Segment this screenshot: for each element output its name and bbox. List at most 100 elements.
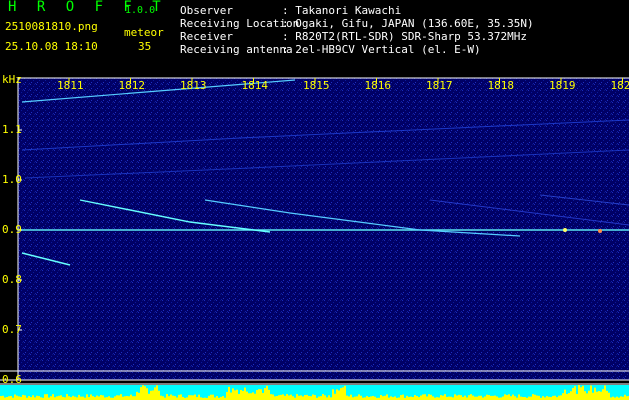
level-bar bbox=[410, 396, 412, 400]
level-bar bbox=[268, 389, 270, 400]
level-bar bbox=[168, 396, 170, 400]
level-bar bbox=[276, 396, 278, 400]
level-bar bbox=[232, 388, 234, 400]
level-bar bbox=[194, 394, 196, 400]
level-bar bbox=[234, 390, 236, 400]
time-tick-label: 1812 bbox=[118, 79, 146, 92]
level-bar bbox=[380, 395, 382, 400]
time-tick-label: 1815 bbox=[303, 79, 330, 92]
level-bar bbox=[136, 391, 138, 400]
level-bar bbox=[0, 396, 2, 400]
level-bar bbox=[118, 395, 120, 400]
level-bar bbox=[90, 394, 92, 400]
freq-tick-label: 0.9 bbox=[2, 223, 22, 236]
level-bar bbox=[308, 395, 310, 400]
level-bar bbox=[130, 394, 132, 400]
level-bar bbox=[198, 394, 200, 400]
level-bar bbox=[296, 394, 298, 400]
level-bar bbox=[420, 395, 422, 400]
level-bar bbox=[338, 390, 340, 400]
level-bar bbox=[532, 394, 534, 400]
level-bar bbox=[538, 395, 540, 400]
level-bar bbox=[520, 396, 522, 400]
level-bar bbox=[312, 394, 314, 400]
level-bar bbox=[506, 394, 508, 400]
level-bar bbox=[222, 396, 224, 400]
level-bar bbox=[604, 385, 606, 400]
level-bar bbox=[248, 393, 250, 400]
level-bar bbox=[14, 394, 16, 400]
level-bar bbox=[320, 396, 322, 400]
level-bar bbox=[342, 387, 344, 400]
level-bar bbox=[470, 394, 472, 400]
level-bar bbox=[32, 395, 34, 400]
level-bar bbox=[478, 395, 480, 400]
level-bar bbox=[590, 385, 592, 400]
level-bar bbox=[292, 396, 294, 400]
level-bar bbox=[366, 396, 368, 400]
level-bar bbox=[150, 390, 152, 400]
level-bar bbox=[570, 391, 572, 400]
time-tick-label: 1813 bbox=[180, 79, 207, 92]
level-bar bbox=[424, 394, 426, 400]
level-bar bbox=[56, 396, 58, 400]
level-bar bbox=[460, 395, 462, 400]
level-bar bbox=[82, 396, 84, 400]
time-tick-label: 1814 bbox=[241, 79, 269, 92]
level-bar bbox=[568, 393, 570, 400]
level-bar bbox=[46, 394, 48, 400]
level-bar bbox=[128, 396, 130, 400]
level-bar bbox=[132, 396, 134, 400]
level-bar bbox=[348, 396, 350, 400]
level-bar bbox=[284, 395, 286, 400]
level-bar bbox=[340, 388, 342, 400]
level-bar bbox=[510, 396, 512, 400]
level-bar bbox=[488, 395, 490, 400]
level-bar bbox=[542, 396, 544, 400]
level-bar bbox=[502, 396, 504, 400]
level-bar bbox=[402, 394, 404, 400]
level-bar bbox=[256, 390, 258, 400]
level-bar bbox=[620, 396, 622, 400]
level-bar bbox=[280, 394, 282, 400]
freq-tick-label: 1.0 bbox=[2, 173, 22, 186]
level-bar bbox=[138, 392, 140, 400]
level-bar bbox=[246, 391, 248, 400]
level-bar bbox=[152, 390, 154, 400]
level-bar bbox=[624, 394, 626, 400]
level-bar bbox=[10, 395, 12, 400]
level-bar bbox=[264, 388, 266, 400]
level-bar bbox=[66, 394, 68, 400]
level-bar bbox=[306, 394, 308, 400]
level-bar bbox=[124, 396, 126, 400]
level-bar bbox=[38, 396, 40, 400]
level-bar bbox=[16, 395, 18, 400]
level-bar bbox=[400, 395, 402, 400]
level-bar bbox=[52, 394, 54, 400]
level-bar bbox=[258, 389, 260, 400]
level-bar bbox=[484, 396, 486, 400]
level-bar bbox=[350, 394, 352, 400]
time-tick-label: 1819 bbox=[549, 79, 576, 92]
level-bar bbox=[490, 395, 492, 400]
level-bar bbox=[100, 394, 102, 400]
level-bar bbox=[228, 386, 230, 400]
level-bar bbox=[226, 391, 228, 400]
level-bar bbox=[464, 395, 466, 400]
level-bar bbox=[96, 395, 98, 400]
level-bar bbox=[564, 389, 566, 400]
level-bar bbox=[180, 394, 182, 400]
level-bar bbox=[262, 392, 264, 400]
level-bar bbox=[356, 396, 358, 400]
level-bar bbox=[144, 386, 146, 400]
level-bar bbox=[354, 396, 356, 400]
level-bar bbox=[530, 396, 532, 400]
level-bar bbox=[158, 390, 160, 400]
level-bar bbox=[606, 390, 608, 400]
level-bar bbox=[286, 394, 288, 400]
level-bar bbox=[334, 393, 336, 400]
level-bar bbox=[458, 394, 460, 400]
level-bar bbox=[236, 389, 238, 400]
level-bar bbox=[578, 385, 580, 400]
level-bar bbox=[480, 395, 482, 400]
